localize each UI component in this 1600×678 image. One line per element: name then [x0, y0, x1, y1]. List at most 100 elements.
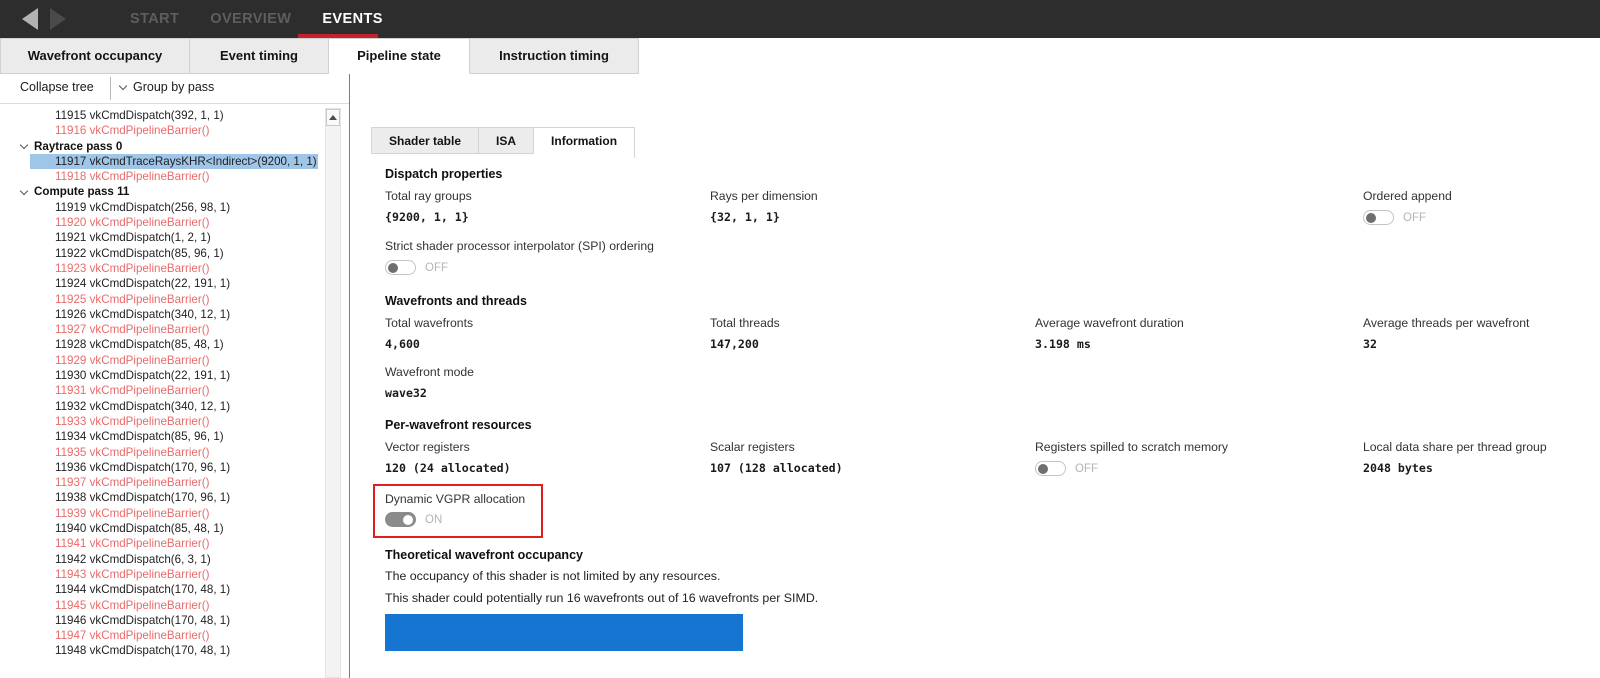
tree-row[interactable]: 11948 vkCmdDispatch(170, 48, 1)	[0, 643, 325, 658]
tree-row[interactable]: 11931 vkCmdPipelineBarrier()	[0, 383, 325, 398]
tree-row[interactable]: 11935 vkCmdPipelineBarrier()	[0, 445, 325, 460]
tab-event-timing[interactable]: Event timing	[190, 38, 329, 74]
section-theoretical-occupancy: Theoretical wavefront occupancy	[385, 548, 1600, 562]
tree-row[interactable]: 11924 vkCmdDispatch(22, 191, 1)	[0, 276, 325, 291]
chevron-down-icon[interactable]	[20, 187, 28, 195]
registers-spilled-state: OFF	[1075, 463, 1098, 475]
toolbar-divider	[110, 77, 111, 100]
tab-pipeline-state[interactable]: Pipeline state	[329, 38, 470, 74]
tree-row[interactable]: 11923 vkCmdPipelineBarrier()	[0, 261, 325, 276]
detail-tabs: Shader table ISA Information	[371, 127, 635, 158]
tree-row[interactable]: 11915 vkCmdDispatch(392, 1, 1)	[0, 108, 325, 123]
total-threads-value: 147,200	[710, 337, 1035, 351]
field-total-threads: Total threads 147,200	[710, 316, 1035, 351]
nav-tab-events[interactable]: EVENTS	[322, 11, 382, 27]
tab-information[interactable]: Information	[534, 127, 635, 158]
group-dropdown-label: Group by pass	[133, 80, 214, 94]
registers-spilled-toggle[interactable]	[1035, 461, 1066, 476]
information-content: Dispatch properties Total ray groups {92…	[385, 155, 1600, 651]
tree-row[interactable]: 11930 vkCmdDispatch(22, 191, 1)	[0, 368, 325, 383]
tree-row[interactable]: 11942 vkCmdDispatch(6, 3, 1)	[0, 552, 325, 567]
field-avg-threads-per-wavefront: Average threads per wavefront 32	[1363, 316, 1600, 351]
vector-registers-value: 120 (24 allocated)	[385, 461, 710, 475]
tab-shader-table[interactable]: Shader table	[371, 127, 479, 154]
tree-row[interactable]: 11936 vkCmdDispatch(170, 96, 1)	[0, 460, 325, 475]
tree-row[interactable]: 11917 vkCmdTraceRaysKHR<Indirect>(9200, …	[30, 154, 318, 169]
spi-ordering-state: OFF	[425, 262, 448, 274]
tree-row[interactable]: 11943 vkCmdPipelineBarrier()	[0, 567, 325, 582]
field-wavefront-mode: Wavefront mode wave32	[385, 365, 1600, 400]
tree-pass-row[interactable]: Compute pass 11	[0, 184, 325, 199]
tree-row[interactable]: 11940 vkCmdDispatch(85, 48, 1)	[0, 521, 325, 536]
forward-arrow-icon[interactable]	[50, 8, 66, 30]
tree-row[interactable]: 11933 vkCmdPipelineBarrier()	[0, 414, 325, 429]
pass-label: Raytrace pass 0	[34, 139, 122, 154]
tree-scrollbar[interactable]	[325, 108, 341, 678]
app-window: START OVERVIEW EVENTS Wavefront occupanc…	[0, 0, 1600, 678]
tree-row[interactable]: 11944 vkCmdDispatch(170, 48, 1)	[0, 582, 325, 597]
tree-row[interactable]: 11921 vkCmdDispatch(1, 2, 1)	[0, 230, 325, 245]
dynamic-vgpr-annotation-box: Dynamic VGPR allocation ON	[373, 484, 543, 538]
field-registers-spilled: Registers spilled to scratch memory OFF	[1035, 440, 1363, 476]
view-tabs: Wavefront occupancy Event timing Pipelin…	[0, 38, 639, 74]
tab-wavefront-occupancy[interactable]: Wavefront occupancy	[0, 38, 190, 74]
tree-row[interactable]: 11927 vkCmdPipelineBarrier()	[0, 322, 325, 337]
tree-row[interactable]: 11922 vkCmdDispatch(85, 96, 1)	[0, 246, 325, 261]
field-total-wavefronts: Total wavefronts 4,600	[385, 316, 710, 351]
tree-row[interactable]: 11929 vkCmdPipelineBarrier()	[0, 353, 325, 368]
tree-row[interactable]: 11928 vkCmdDispatch(85, 48, 1)	[0, 337, 325, 352]
tree-row[interactable]: 11920 vkCmdPipelineBarrier()	[0, 215, 325, 230]
tree-row[interactable]: 11941 vkCmdPipelineBarrier()	[0, 536, 325, 551]
local-data-share-value: 2048 bytes	[1363, 461, 1600, 475]
scroll-up-icon	[329, 115, 337, 120]
collapse-tree-button[interactable]: Collapse tree	[20, 80, 94, 94]
field-vector-registers: Vector registers 120 (24 allocated)	[385, 440, 710, 475]
event-tree-list: 11915 vkCmdDispatch(392, 1, 1)11916 vkCm…	[0, 108, 325, 659]
tree-row[interactable]: 11938 vkCmdDispatch(170, 96, 1)	[0, 490, 325, 505]
dynamic-vgpr-state: ON	[425, 514, 442, 526]
tree-row[interactable]: 11918 vkCmdPipelineBarrier()	[0, 169, 325, 184]
scrollbar-up-button[interactable]	[326, 109, 340, 126]
avg-wavefront-duration-value: 3.198 ms	[1035, 337, 1363, 351]
tree-row[interactable]: 11945 vkCmdPipelineBarrier()	[0, 598, 325, 613]
back-arrow-icon[interactable]	[22, 8, 38, 30]
field-total-ray-groups: Total ray groups {9200, 1, 1}	[385, 189, 710, 224]
dynamic-vgpr-label: Dynamic VGPR allocation	[385, 492, 525, 506]
tree-row[interactable]: 11932 vkCmdDispatch(340, 12, 1)	[0, 399, 325, 414]
ordered-append-toggle[interactable]	[1363, 210, 1394, 225]
pass-label: Compute pass 11	[34, 184, 129, 199]
field-rays-per-dimension: Rays per dimension {32, 1, 1}	[710, 189, 1035, 224]
tree-row[interactable]: 11934 vkCmdDispatch(85, 96, 1)	[0, 429, 325, 444]
chevron-down-icon[interactable]	[20, 141, 28, 149]
nav-tab-overview[interactable]: OVERVIEW	[210, 11, 291, 27]
group-by-pass-dropdown[interactable]: Group by pass	[120, 80, 214, 94]
top-nav-bar: START OVERVIEW EVENTS	[0, 0, 1600, 38]
dynamic-vgpr-toggle[interactable]	[385, 512, 416, 527]
tab-isa[interactable]: ISA	[479, 127, 534, 154]
tree-row[interactable]: 11919 vkCmdDispatch(256, 98, 1)	[0, 200, 325, 215]
tree-toolbar: Collapse tree Group by pass	[0, 74, 349, 103]
occupancy-description-2: This shader could potentially run 16 wav…	[385, 591, 1600, 605]
section-per-wavefront-resources: Per-wavefront resources	[385, 418, 1600, 432]
occupancy-description-1: The occupancy of this shader is not limi…	[385, 569, 1600, 583]
spi-ordering-toggle[interactable]	[385, 260, 416, 275]
tree-row[interactable]: 11939 vkCmdPipelineBarrier()	[0, 506, 325, 521]
avg-threads-per-wavefront-value: 32	[1363, 337, 1600, 351]
tree-row[interactable]: 11926 vkCmdDispatch(340, 12, 1)	[0, 307, 325, 322]
tree-row[interactable]: 11925 vkCmdPipelineBarrier()	[0, 292, 325, 307]
field-spi-ordering: Strict shader processor interpolator (SP…	[385, 239, 1600, 275]
scalar-registers-value: 107 (128 allocated)	[710, 461, 1035, 475]
nav-tab-start[interactable]: START	[130, 11, 179, 27]
tree-row[interactable]: 11947 vkCmdPipelineBarrier()	[0, 628, 325, 643]
tree-row[interactable]: 11916 vkCmdPipelineBarrier()	[0, 123, 325, 138]
wavefront-mode-value: wave32	[385, 386, 1600, 400]
tree-row[interactable]: 11946 vkCmdDispatch(170, 48, 1)	[0, 613, 325, 628]
ordered-append-state: OFF	[1403, 212, 1426, 224]
field-ordered-append: Ordered append OFF	[1363, 189, 1600, 225]
total-wavefronts-value: 4,600	[385, 337, 710, 351]
tree-row[interactable]: 11937 vkCmdPipelineBarrier()	[0, 475, 325, 490]
field-avg-wavefront-duration: Average wavefront duration 3.198 ms	[1035, 316, 1363, 351]
tree-pass-row[interactable]: Raytrace pass 0	[0, 139, 325, 154]
section-dispatch-properties: Dispatch properties	[385, 167, 1600, 181]
tab-instruction-timing[interactable]: Instruction timing	[470, 38, 639, 74]
